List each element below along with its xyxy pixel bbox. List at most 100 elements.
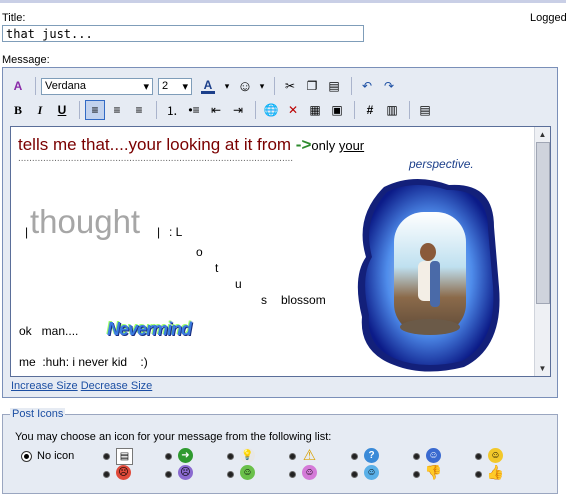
sad-face-icon[interactable]: ☹ [178,465,193,480]
redo-icon[interactable]: ↷ [379,76,399,96]
post-icons-instruction: You may choose an icon for your message … [15,431,332,443]
insert-image-icon[interactable]: ▣ [327,100,347,120]
icon-radio[interactable] [227,453,234,460]
lotus-letter: u [235,277,242,291]
chevron-down-icon: ▾ [143,80,149,93]
bold-button[interactable]: B [8,100,28,120]
align-left-icon[interactable]: ≡ [85,100,105,120]
text-color-icon[interactable]: A [197,76,219,96]
angry-face-icon[interactable]: ☹ [116,465,131,480]
never-kid-text: me :huh: i never kid :) [19,355,148,369]
page-icon[interactable]: ▤ [116,448,133,465]
cut-icon[interactable]: ✂ [280,76,300,96]
no-icon-option[interactable]: No icon [21,450,74,462]
icon-radio[interactable] [165,453,172,460]
period-text: . [470,157,474,171]
logged-label: Logged [530,12,566,24]
arrow-text: -> [295,135,312,154]
icon-radio[interactable] [165,471,172,478]
title-input[interactable]: that just... [2,25,364,42]
vertical-scrollbar[interactable]: ▲ ▼ [534,127,550,376]
lotus-letter: s [261,293,267,307]
icon-radio[interactable] [351,471,358,478]
indent-icon[interactable]: ⇥ [228,100,248,120]
outdent-icon[interactable]: ⇤ [206,100,226,120]
nevermind-graphic: Nevermind [107,319,192,339]
blossom-text: blossom [281,293,326,307]
smiley-icon[interactable]: ☺ [235,76,255,96]
icon-radio[interactable] [413,453,420,460]
message-label: Message: [2,54,50,66]
icon-radio[interactable] [103,453,110,460]
remove-link-icon[interactable]: ✕ [283,100,303,120]
message-line-1: tells me that....your looking at it from… [18,135,364,155]
icon-radio[interactable] [227,471,234,478]
align-right-icon[interactable]: ≡ [129,100,149,120]
icon-radio[interactable] [289,453,296,460]
lotus-letter: : L [169,225,183,239]
line1-text: tells me that....your looking at it from [18,135,296,154]
chevron-down-icon[interactable]: ▾ [221,76,233,96]
align-center-icon[interactable]: ≡ [107,100,127,120]
photo-frame-svg [357,178,500,372]
notepad-icon[interactable]: ▤ [415,100,435,120]
grin-face-icon[interactable]: ☺ [240,465,255,480]
size-links: Increase Size Decrease Size [11,380,152,392]
font-style-icon[interactable]: A [8,76,28,96]
scroll-down-icon[interactable]: ▼ [536,362,549,375]
happy-face-icon[interactable]: ☺ [488,448,503,463]
post-icons-fieldset: Post Icons You may choose an icon for yo… [2,408,558,494]
title-label: Title: [2,12,26,24]
numbered-list-icon[interactable]: ⒈ [162,100,182,120]
text-color-glyph: A [203,77,213,92]
decrease-size-link[interactable]: Decrease Size [81,380,153,392]
font-size-select[interactable]: 2 ▾ [158,77,192,95]
icon-radio[interactable] [475,453,482,460]
lotus-letter: t [215,261,219,275]
toolbar-separator [156,101,157,119]
underline-button[interactable]: U [52,100,72,120]
font-family-select[interactable]: Verdana ▾ [41,77,153,95]
ok-man-text: ok man.... [19,324,79,338]
cool-face-icon[interactable]: ☺ [302,465,317,480]
editor-frame: A Verdana ▾ 2 ▾ A ▾ ☺ ▾ ✂ ❐ ▤ ↶ ↷ B I U … [2,67,558,398]
only-text: only [311,138,339,153]
paste-icon[interactable]: ▤ [324,76,344,96]
bullet-list-icon[interactable]: •≡ [184,100,204,120]
arrow-right-icon[interactable]: ➜ [178,448,193,463]
increase-size-link[interactable]: Increase Size [11,380,78,392]
sunglasses-face-icon[interactable]: ☺ [426,448,441,463]
radio-selected-icon[interactable] [21,450,32,462]
message-body[interactable]: tells me that....your looking at it from… [10,126,551,377]
toolbar-row-2: B I U ≡ ≡ ≡ ⒈ •≡ ⇤ ⇥ 🌐 ✕ ▦ ▣ # ▥ ▤ [8,99,437,121]
icon-radio[interactable] [413,471,420,478]
toolbar-separator [351,77,352,95]
insert-table-icon[interactable]: ▦ [305,100,325,120]
insert-link-icon[interactable]: 🌐 [261,100,281,120]
top-border [0,0,566,3]
scroll-thumb[interactable] [536,142,550,304]
undo-icon[interactable]: ↶ [357,76,377,96]
italic-button[interactable]: I [30,100,50,120]
bar-left: | [25,225,29,239]
toolbar-row-1: A Verdana ▾ 2 ▾ A ▾ ☺ ▾ ✂ ❐ ▤ ↶ ↷ [8,75,401,97]
toolbar-separator [35,77,36,95]
your-text: your [338,138,365,153]
lightbulb-icon[interactable]: 💡 [240,448,255,463]
copy-icon[interactable]: ❐ [302,76,322,96]
question-icon[interactable]: ? [364,448,379,463]
scroll-up-icon[interactable]: ▲ [536,128,549,141]
toolbar-separator [409,101,410,119]
warning-icon[interactable]: ⚠ [302,447,317,464]
chevron-down-icon[interactable]: ▾ [257,76,267,96]
icon-radio[interactable] [103,471,110,478]
thumbs-up-icon[interactable]: 👍 [487,464,504,480]
toolbar-separator [354,101,355,119]
icon-radio[interactable] [351,453,358,460]
icon-radio[interactable] [475,471,482,478]
icon-radio[interactable] [289,471,296,478]
quote-icon[interactable]: ▥ [382,100,402,120]
hash-button[interactable]: # [360,100,380,120]
smile-face-icon[interactable]: ☺ [364,465,379,480]
thumbs-down-icon[interactable]: 👎 [425,464,442,480]
